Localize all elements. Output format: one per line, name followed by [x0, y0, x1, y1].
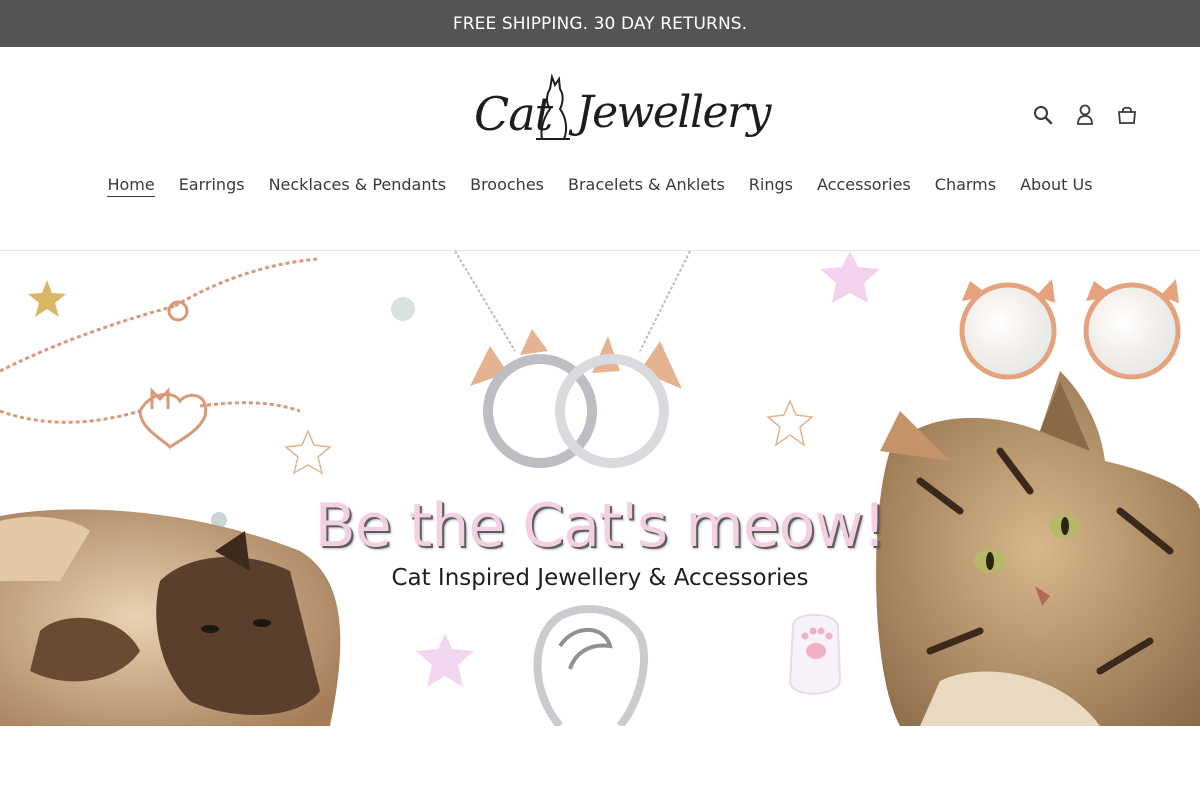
nav-item-about-us[interactable]: About Us: [1020, 175, 1092, 197]
site-logo[interactable]: Cat Jewellery: [470, 71, 771, 157]
cat-silhouette-icon: [536, 73, 570, 140]
nav-item-home[interactable]: Home: [107, 175, 155, 197]
account-icon[interactable]: [1074, 103, 1096, 127]
nav-item-accessories[interactable]: Accessories: [817, 175, 911, 197]
dot: [391, 297, 415, 321]
pink-star-icon: [416, 633, 474, 687]
outline-star-icon: [284, 429, 332, 475]
nav-item-rings[interactable]: Rings: [749, 175, 793, 197]
earrings-image: [959, 279, 1181, 380]
ring-image: [533, 604, 648, 726]
hero-illustration: [0, 251, 1200, 726]
nav-item-charms[interactable]: Charms: [935, 175, 996, 197]
nav-item-brooches[interactable]: Brooches: [470, 175, 544, 197]
announcement-text: FREE SHIPPING. 30 DAY RETURNS.: [452, 13, 748, 34]
site-header: Cat Jewellery Home Earrings Necklaces & …: [0, 47, 1200, 251]
paw-icon: [788, 613, 842, 695]
header-icons: [1032, 103, 1138, 127]
outline-star-icon: [766, 399, 814, 447]
gold-star-icon: [28, 280, 66, 317]
hero-subtitle: Cat Inspired Jewellery & Accessories: [391, 565, 809, 591]
hero-banner[interactable]: Be the Cat's meow! Cat Inspired Jeweller…: [0, 251, 1200, 726]
nav-item-bracelets-anklets[interactable]: Bracelets & Anklets: [568, 175, 725, 197]
necklace-image: [454, 251, 691, 468]
pink-star-icon: [820, 251, 880, 303]
search-icon[interactable]: [1032, 103, 1054, 127]
main-nav: Home Earrings Necklaces & Pendants Brooc…: [0, 175, 1200, 197]
cart-icon[interactable]: [1116, 103, 1138, 127]
nav-item-necklaces-pendants[interactable]: Necklaces & Pendants: [269, 175, 447, 197]
hero-title: Be the Cat's meow!: [314, 491, 887, 561]
nav-item-earrings[interactable]: Earrings: [179, 175, 245, 197]
announcement-bar: FREE SHIPPING. 30 DAY RETURNS.: [0, 0, 1200, 47]
logo-word-jewellery: Jewellery: [576, 87, 771, 138]
